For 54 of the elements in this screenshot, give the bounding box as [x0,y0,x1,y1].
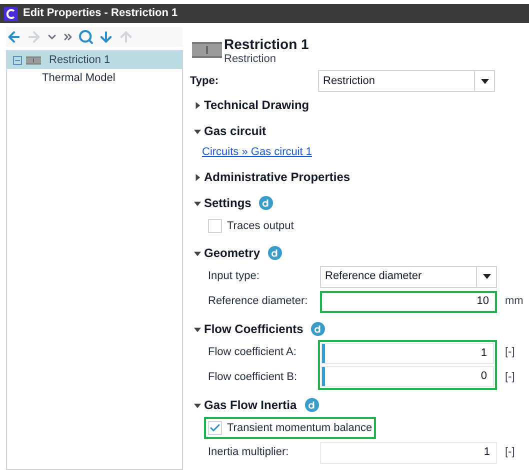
app-logo-icon [4,6,18,20]
collapse-caret-icon[interactable] [194,250,201,256]
number-field[interactable]: 1 [321,343,494,364]
object-type: Restriction [224,53,277,66]
window-title: Edit Properties - Restriction 1 [23,6,178,22]
collapse-caret-icon[interactable] [194,402,201,408]
field-label: Input type: [208,269,260,284]
search-icon[interactable] [78,29,94,45]
field-label: Flow coefficient B: [208,370,298,386]
info-icon[interactable] [259,196,274,210]
breadcrumb-link[interactable]: Circuits » Gas circuit 1 [202,144,312,160]
section-heading[interactable]: Geometry [204,244,282,262]
collapse-toggle-icon[interactable] [13,56,22,64]
checkbox[interactable] [208,421,222,435]
caret-icon [482,274,490,279]
collapse-caret-icon[interactable] [194,200,201,206]
collapse-caret-icon[interactable] [194,128,201,134]
restriction-icon [26,56,41,64]
number-field[interactable]: 10 [320,290,497,312]
section-heading[interactable]: Technical Drawing [204,96,310,114]
info-icon[interactable] [311,322,326,336]
section-heading[interactable]: Administrative Properties [204,168,350,186]
expand-caret-icon[interactable] [194,102,201,108]
section-heading[interactable]: Gas circuit [204,122,266,140]
checkbox-option[interactable]: Transient momentum balance [204,416,376,440]
field-label: Reference diameter: [208,294,309,310]
restriction-icon [192,42,222,58]
caret-icon [480,78,488,84]
field-label: Flow coefficient A: [208,345,298,360]
collapse-caret-icon[interactable] [194,326,201,332]
unit-label: mm [505,294,524,310]
object-title: Restriction 1 [224,36,309,53]
check-icon [209,422,221,434]
double-chevron-icon[interactable] [62,31,74,43]
unit-label: [-] [505,345,515,360]
checkbox-option[interactable]: Traces output [204,214,298,238]
unit-label: [-] [505,445,515,460]
dropdown-field[interactable]: Reference diameter [320,266,497,288]
tree-item-label: Restriction 1 [49,52,110,68]
number-field[interactable]: 0 [321,366,494,387]
section-heading[interactable]: Flow Coefficients [204,320,326,338]
info-icon[interactable] [268,246,282,260]
unit-label: [-] [505,370,515,386]
section-heading[interactable]: Settings [204,194,274,212]
number-field[interactable]: 1 [320,442,497,464]
field-label: Inertia multiplier: [208,445,290,460]
expand-caret-icon[interactable] [194,174,201,180]
checkbox[interactable] [208,219,222,233]
dropdown-field[interactable]: Restriction [318,70,495,92]
field-label: Type: [190,74,220,89]
info-icon[interactable] [304,398,319,412]
tree-item[interactable]: Restriction 1 [7,51,182,69]
section-heading[interactable]: Gas Flow Inertia [204,396,319,414]
tree-item[interactable]: Thermal Model [7,69,182,87]
